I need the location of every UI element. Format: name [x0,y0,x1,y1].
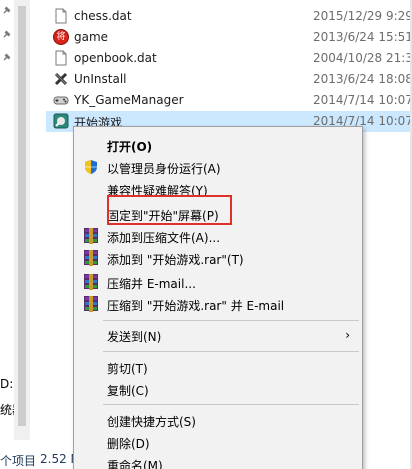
uninstall-icon [54,72,68,86]
file-date: 2013/6/24 15:51 [313,30,412,44]
pin-icon[interactable] [2,5,12,15]
menu-item-compress-email[interactable]: 压缩并 E-mail... [74,271,362,293]
menu-item-label: 打开(O) [107,140,153,154]
file-name: UnInstall [74,72,127,86]
menu-item-rename[interactable]: 重命名(M) [74,453,362,469]
winrar-icon [83,296,99,312]
menu-item-copy[interactable]: 复制(C) [74,378,362,400]
app-shortcut-icon [53,113,69,129]
menu-item-add-to-rar[interactable]: 添加到 "开始游戏.rar"(T) [74,247,362,269]
menu-item-label: 剪切(T) [107,362,148,376]
menu-item-label: 重命名(M) [107,459,163,469]
shield-icon [85,160,97,174]
menu-separator [103,404,359,405]
status-bar: 个项目 2.52 M [0,449,81,469]
pin-icon[interactable] [2,52,12,62]
document-icon [55,8,67,24]
item-count-label: 个项目 [0,454,37,468]
menu-item-open[interactable]: 打开(O) [74,134,362,156]
menu-item-label: 添加到压缩文件(A)... [107,231,221,245]
file-name: chess.dat [74,9,132,23]
file-row[interactable]: YK_GameManager 2014/7/14 10:07 [46,90,412,111]
file-row[interactable]: chess.dat 2015/12/29 9:29 [46,6,412,27]
chess-piece-icon: 将 [53,29,69,45]
menu-item-create-shortcut[interactable]: 创建快捷方式(S) [74,409,362,431]
menu-item-label: 以管理员身份运行(A) [107,162,221,176]
menu-item-add-to-archive[interactable]: 添加到压缩文件(A)... [74,225,362,247]
file-date: 2004/10/28 21:33 [313,51,412,65]
menu-item-label: 删除(D) [107,437,150,451]
nav-scrollbar-thumb[interactable] [18,6,26,426]
file-name: YK_GameManager [74,93,184,107]
gamepad-icon [53,96,69,105]
winrar-icon [83,274,99,290]
menu-item-compress-rar-email[interactable]: 压缩到 "开始游戏.rar" 并 E-mail [74,293,362,315]
menu-item-delete[interactable]: 删除(D) [74,431,362,453]
menu-separator [103,351,359,352]
nav-scrollbar[interactable] [14,0,30,440]
menu-item-label: 发送到(N) [107,330,162,344]
file-row[interactable]: UnInstall 2013/6/24 18:08 [46,69,412,90]
menu-item-label: 添加到 "开始游戏.rar"(T) [107,253,244,267]
menu-item-label: 创建快捷方式(S) [107,415,196,429]
winrar-icon [83,250,99,266]
menu-item-send-to[interactable]: 发送到(N) › [74,324,362,346]
chevron-right-icon: › [345,328,350,342]
file-row[interactable]: openbook.dat 2004/10/28 21:33 [46,48,412,69]
file-name: game [74,30,109,44]
winrar-icon [83,228,99,244]
file-name: openbook.dat [74,51,157,65]
file-date: 2013/6/24 18:08 [313,72,412,86]
menu-item-run-as-admin[interactable]: 以管理员身份运行(A) [74,156,362,178]
pin-icon[interactable] [2,29,12,39]
context-menu: 打开(O) 以管理员身份运行(A) 兼容性疑难解答(Y) 固定到"开始"屏幕(P… [73,126,363,469]
menu-item-cut[interactable]: 剪切(T) [74,356,362,378]
file-date: 2014/7/14 10:07 [313,93,412,107]
document-icon [55,50,67,66]
menu-item-label: 压缩到 "开始游戏.rar" 并 E-mail [107,299,285,313]
file-date: 2015/12/29 9:29 [313,9,412,23]
menu-separator [103,320,359,321]
menu-item-label: 复制(C) [107,384,149,398]
menu-item-label: 压缩并 E-mail... [107,277,196,291]
file-row[interactable]: 将 game 2013/6/24 15:51 [46,27,412,48]
highlight-box [107,195,232,225]
